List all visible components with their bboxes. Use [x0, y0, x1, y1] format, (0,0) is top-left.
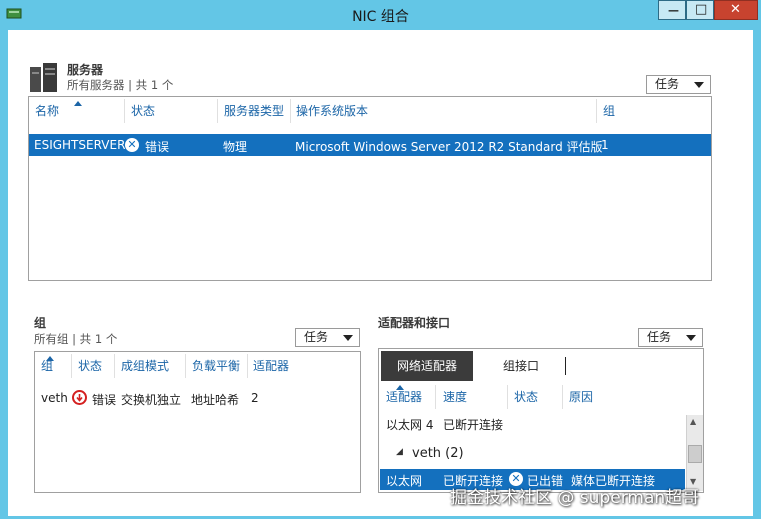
watermark: 掘金技术社区 @ superman超哥 [450, 488, 700, 508]
adapter-name: 以太网 4 [386, 418, 434, 432]
column-divider [562, 385, 563, 409]
chevron-down-icon [686, 335, 696, 341]
tab-team-interfaces[interactable]: 组接口 [491, 351, 551, 381]
column-divider [185, 354, 186, 378]
adapters-panel: 网络适配器 组接口 适配器 速度 状态 原因 以太网 4 已断开连接 ◢ vet… [378, 348, 704, 493]
text-cursor [565, 357, 566, 375]
error-icon: ✕ [125, 138, 139, 152]
scroll-thumb[interactable] [688, 445, 702, 463]
nic-teaming-window: NIC 组合 — □ ✕ 服务器 所有服务器 | 共 1 个 任务 名称 状态 … [0, 0, 761, 519]
close-icon: ✕ [730, 2, 741, 17]
column-divider [114, 354, 115, 378]
column-divider [507, 385, 508, 409]
team-adapters: 2 [251, 391, 259, 405]
group-label: veth (2) [412, 446, 464, 461]
teams-title: 组 [34, 316, 47, 330]
list-item[interactable]: 以太网 4 已断开连接 [379, 413, 685, 435]
col-header-server-type[interactable]: 服务器类型 [224, 97, 284, 125]
expand-triangle-icon: ◢ [396, 447, 403, 457]
adapters-title: 适配器和接口 [378, 316, 451, 330]
col-header-adapters[interactable]: 适配器 [253, 352, 289, 380]
column-divider [124, 99, 125, 123]
teams-table: 组 状态 成组模式 负载平衡 适配器 veth 错误 交换机独立 地址哈希 2 [34, 351, 361, 493]
servers-tasks-button[interactable]: 任务 [646, 75, 711, 94]
tab-network-adapters[interactable]: 网络适配器 [381, 351, 473, 381]
table-row[interactable]: ESIGHTSERVER ✕ 错误 物理 Microsoft Windows S… [29, 134, 711, 156]
error-down-icon [72, 390, 87, 405]
adapter-speed: 已断开连接 [443, 418, 504, 432]
teams-tasks-button[interactable]: 任务 [295, 328, 360, 347]
vertical-scrollbar[interactable]: ▲ ▼ [686, 415, 703, 491]
column-divider [217, 99, 218, 123]
window-title: NIC 组合 [352, 9, 409, 25]
team-mode: 交换机独立 [121, 393, 182, 407]
teams-subtitle: 所有组 | 共 1 个 [34, 332, 118, 346]
chevron-down-icon [694, 82, 704, 88]
server-group: 1 [601, 138, 609, 152]
adapters-tasks-label: 任务 [647, 330, 672, 344]
column-divider [435, 385, 436, 409]
adapter-name: 以太网 [386, 474, 423, 488]
adapters-tasks-button[interactable]: 任务 [638, 328, 703, 347]
chevron-down-icon [343, 335, 353, 341]
teams-tasks-label: 任务 [304, 330, 329, 344]
maximize-icon: □ [695, 2, 708, 17]
col-header-name[interactable]: 名称 [35, 97, 59, 125]
team-status: 错误 [92, 393, 117, 407]
column-divider [247, 354, 248, 378]
servers-title: 服务器 [67, 63, 104, 77]
server-status: 错误 [145, 140, 170, 154]
col-header-team[interactable]: 组 [41, 352, 53, 380]
server-icon [30, 63, 57, 92]
servers-subtitle: 所有服务器 | 共 1 个 [67, 78, 174, 92]
sort-ascending-icon [74, 101, 82, 106]
server-os: Microsoft Windows Server 2012 R2 Standar… [295, 140, 603, 154]
server-name: ESIGHTSERVER [34, 138, 126, 152]
col-header-status[interactable]: 状态 [131, 97, 155, 125]
close-button[interactable]: ✕ [714, 0, 758, 20]
column-divider [290, 99, 291, 123]
server-type: 物理 [223, 140, 248, 154]
minimize-button[interactable]: — [658, 0, 686, 20]
minimize-icon: — [668, 4, 679, 17]
col-header-os-version[interactable]: 操作系统版本 [296, 97, 368, 125]
team-load-balancing: 地址哈希 [191, 393, 240, 407]
col-header-adapter[interactable]: 适配器 [386, 383, 422, 411]
col-header-status[interactable]: 状态 [78, 352, 102, 380]
title-bar[interactable]: NIC 组合 — □ ✕ [0, 0, 761, 30]
maximize-button[interactable]: □ [686, 0, 714, 20]
scroll-up-icon[interactable]: ▲ [690, 417, 696, 426]
column-divider [71, 354, 72, 378]
servers-table: 名称 状态 服务器类型 操作系统版本 组 ESIGHTSERVER ✕ 错误 物… [28, 96, 712, 281]
col-header-speed[interactable]: 速度 [443, 383, 467, 411]
team-name: veth [41, 391, 68, 405]
col-header-team-mode[interactable]: 成组模式 [121, 352, 169, 380]
col-header-load-balancing[interactable]: 负载平衡 [192, 352, 240, 380]
group-header-veth[interactable]: ◢ veth (2) [379, 445, 685, 465]
col-header-group[interactable]: 组 [603, 97, 615, 125]
table-row[interactable]: veth 错误 交换机独立 地址哈希 2 [35, 388, 360, 410]
col-header-reason[interactable]: 原因 [569, 383, 593, 411]
column-divider [596, 99, 597, 123]
servers-tasks-label: 任务 [655, 77, 680, 91]
col-header-status[interactable]: 状态 [514, 383, 538, 411]
